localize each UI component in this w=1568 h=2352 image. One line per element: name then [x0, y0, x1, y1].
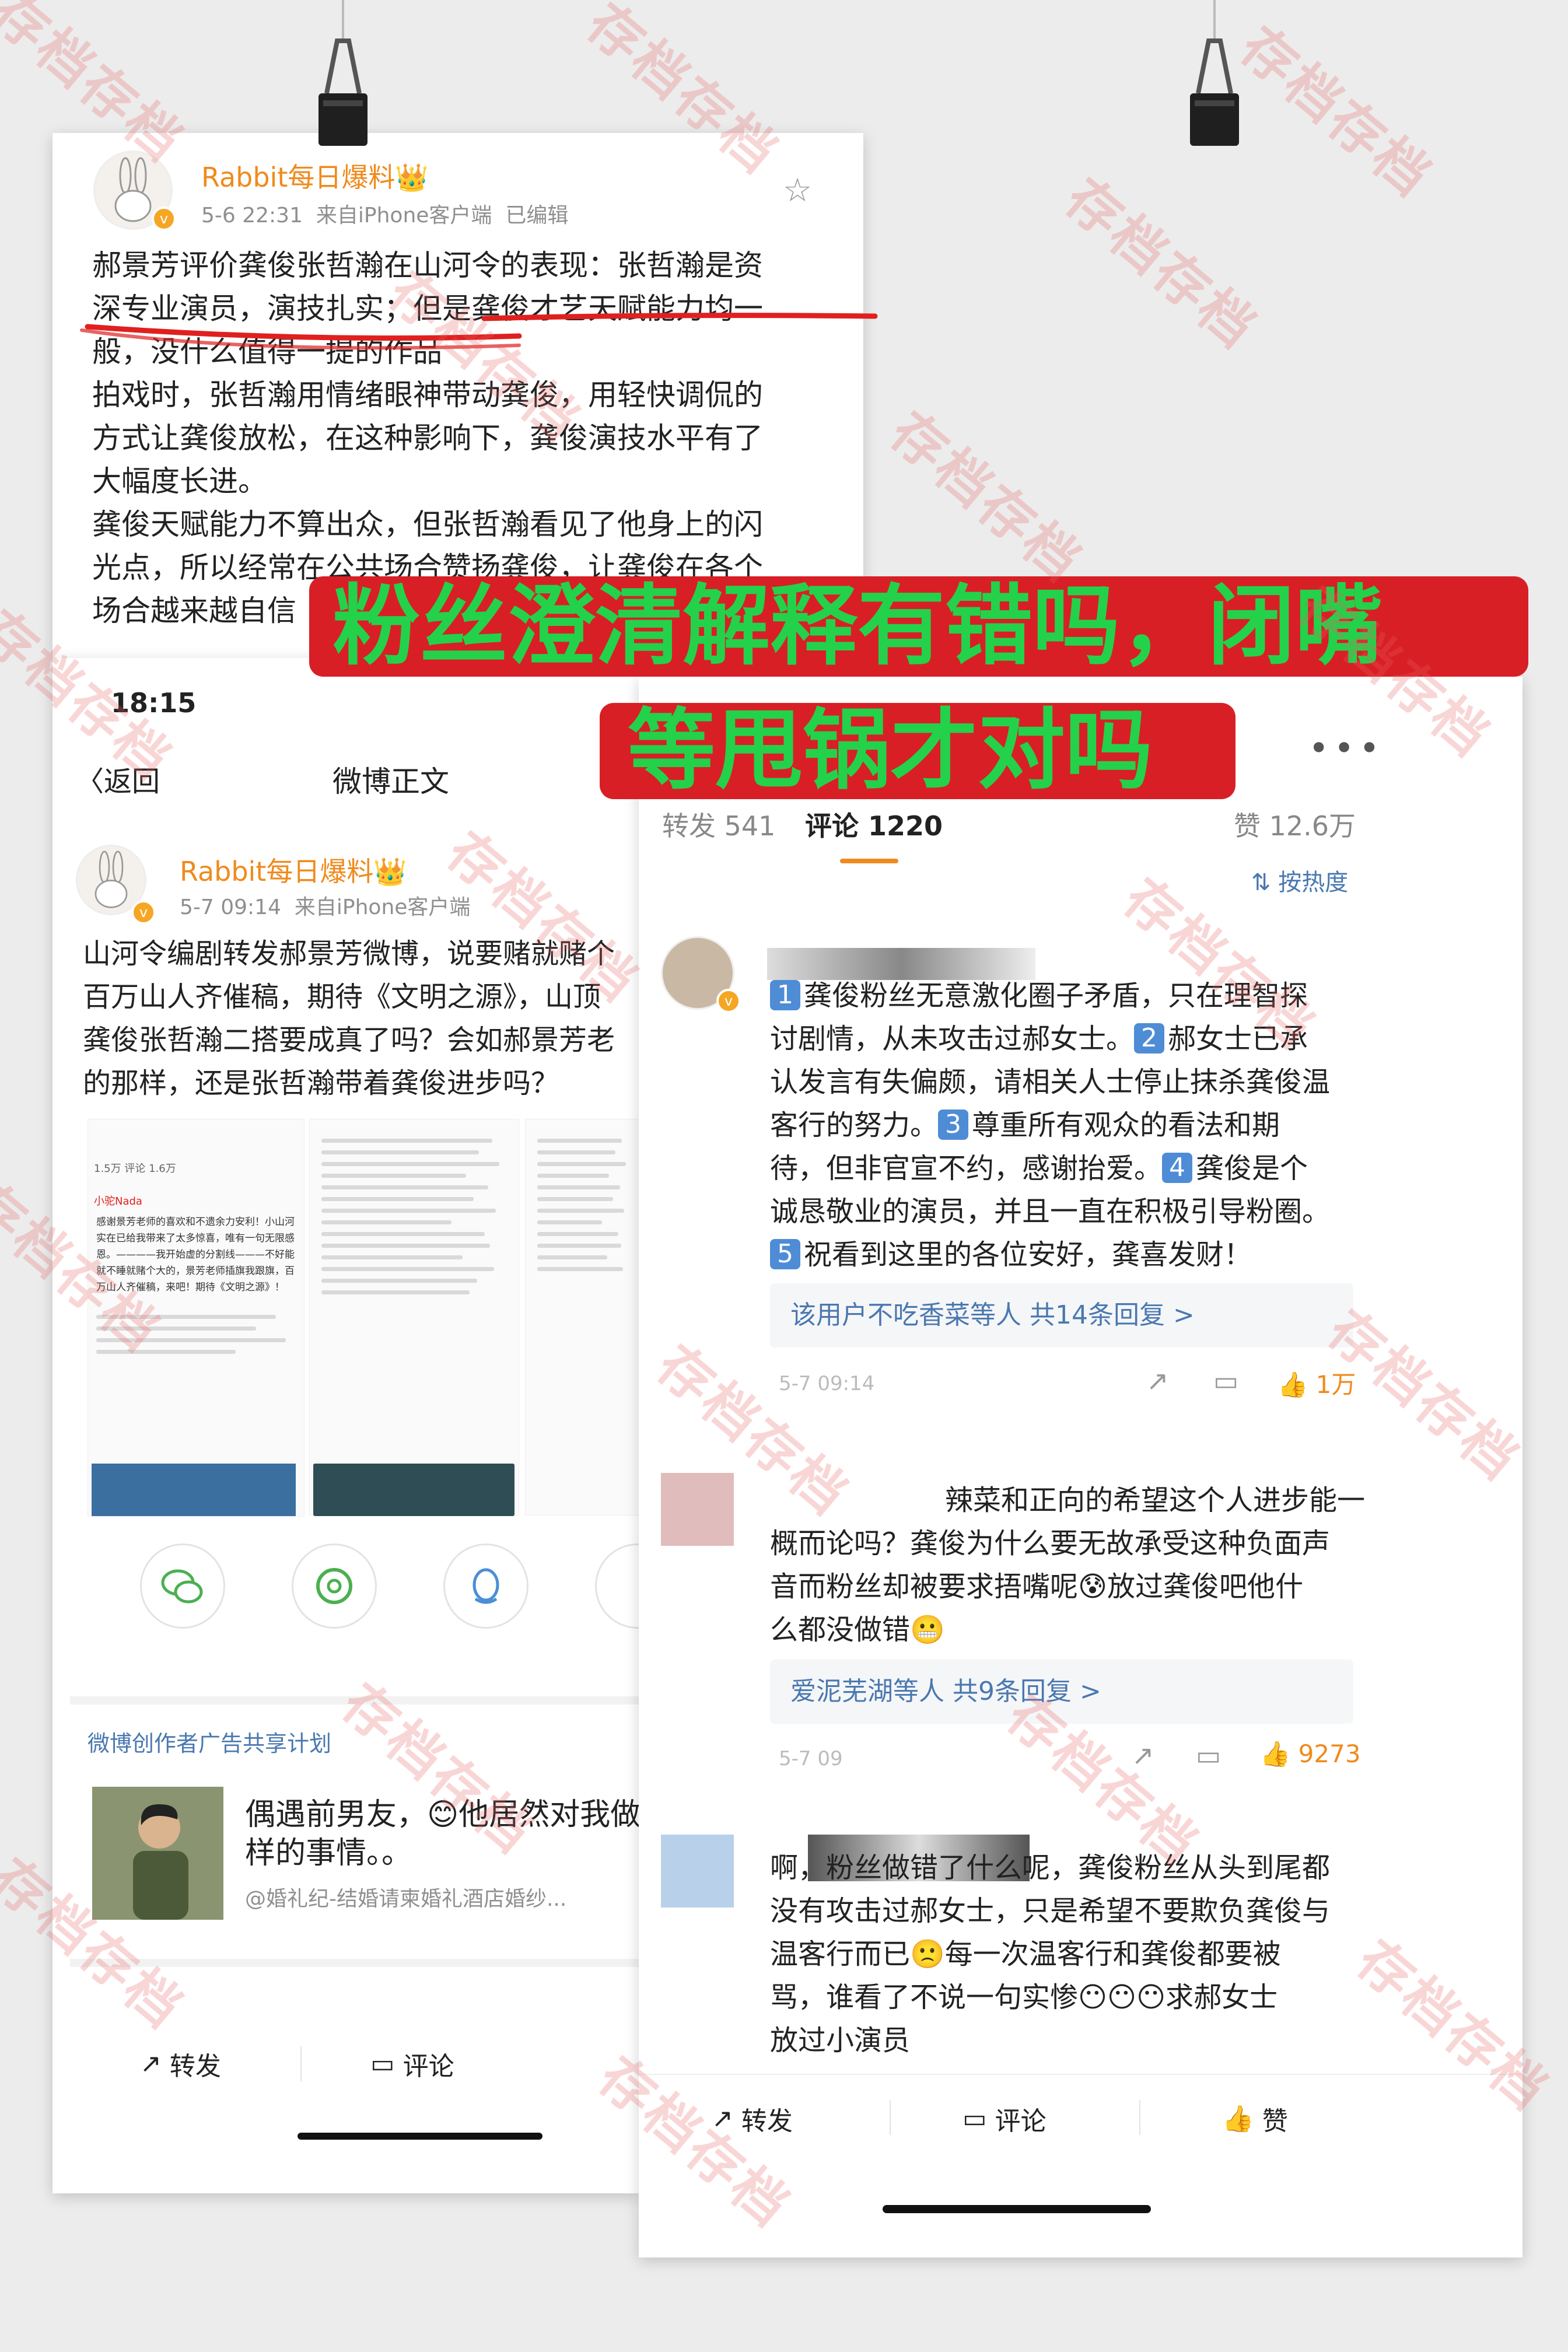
banner-line-2: 等甩锅才对吗 [600, 703, 1236, 799]
ad-title[interactable]: 偶遇前男友，😊他居然对我做 样的事情。。 [245, 1796, 639, 1873]
reply-summary[interactable]: 爱泥芜湖等人 共9条回复 > [770, 1660, 1353, 1724]
username[interactable]: Rabbit每日爆料👑 [180, 850, 407, 889]
status-time: 18:15 [111, 687, 197, 719]
thumbs-up-icon: 👍 [1278, 1370, 1308, 1399]
more-share-icon[interactable] [595, 1544, 639, 1629]
sort-icon: ⇅ [1251, 869, 1271, 896]
comment-text: 1 龚俊粉丝无意激化圈子矛盾，只在理智探 讨剧情，从未攻击过郝女士。 2 郝女士已承 … [770, 979, 1331, 1271]
thumb-text: 感谢景芳老师的喜欢和不遗余力安利！小山河实在已给我带来了太多惊喜，唯有一句无限感… [96, 1216, 295, 1293]
embedded-image-1[interactable]: 1.5万 评论 1.6万 小驼Nada 感谢景芳老师的喜欢和不遗余力安利！小山河… [88, 1119, 304, 1517]
chevron-left-icon: 〈 [76, 765, 104, 798]
embedded-image-2[interactable] [309, 1119, 519, 1516]
tab-likes[interactable]: 赞 12.6万 [1234, 805, 1356, 844]
repost-button[interactable]: ↗ 转发 [140, 2045, 221, 2082]
share-icon: ↗ [140, 2049, 162, 2079]
qq-icon[interactable] [443, 1544, 528, 1629]
right-phone-screenshot: ••• 转发 541 评论 1220 赞 12.6万 ⇅ 按热度 v 1 龚俊粉丝… [639, 677, 1522, 2258]
thumb-user: 小驼Nada [94, 1195, 142, 1208]
tab-comments[interactable]: 评论 1220 [805, 805, 943, 844]
avatar[interactable] [661, 1835, 734, 1908]
reply-summary[interactable]: 该用户不吃香菜等人 共14条回复 > [770, 1283, 1353, 1348]
ad-source[interactable]: @婚礼纪-结婚请柬婚礼酒店婚纱... [245, 1882, 566, 1912]
binder-clip-right [1186, 0, 1242, 146]
comment-text: 啊，粉丝做错了什么呢，龚俊粉丝从头到尾都 没有攻击过郝女士，只是希望不要欺负龚俊… [770, 1852, 1331, 2057]
divider [70, 1696, 639, 1704]
avatar[interactable] [661, 1473, 734, 1546]
verified-badge-icon: v [131, 900, 156, 925]
watermark-text: 存档存档 [1228, 15, 1444, 210]
ad-label: 微博创作者广告共享计划 [88, 1731, 332, 1756]
comment-icon[interactable]: ▭ [1196, 1740, 1221, 1771]
watermark-text: 存档存档 [1054, 166, 1269, 362]
tab-reposts[interactable]: 转发 541 [662, 805, 775, 844]
ad-thumbnail[interactable] [92, 1787, 223, 1920]
share-icon[interactable]: ↗ [1132, 1740, 1154, 1771]
person-photo-icon [92, 1787, 223, 1920]
comment-time: 5-7 09 [779, 1747, 843, 1770]
thumbs-up-icon: 👍 [1260, 1740, 1291, 1768]
sort-button[interactable]: ⇅ 按热度 [1251, 863, 1348, 897]
verified-badge-icon: v [716, 989, 741, 1013]
star-icon[interactable]: ☆ [783, 172, 812, 209]
banner-line-1: 粉丝澄清解释有错吗，闭嘴 [309, 576, 1528, 677]
embedded-image-3[interactable] [525, 1119, 639, 1516]
home-indicator [298, 2133, 542, 2140]
thumb-stats: 1.5万 评论 1.6万 [94, 1163, 176, 1175]
like-button[interactable]: 👍 赞 [1222, 2100, 1288, 2137]
wechat-icon[interactable] [140, 1544, 225, 1629]
red-underline-mark [80, 313, 878, 350]
comment-button[interactable]: ▭ 评论 [963, 2100, 1046, 2137]
post-body: 山河令编剧转发郝景芳微博，说要赌就赌个 百万山人齐催稿，期待《文明之源》，山顶 … [83, 937, 615, 1100]
crown-icon: 👑 [395, 162, 429, 193]
comment-icon: ▭ [963, 2104, 987, 2134]
share-icon[interactable]: ↗ [1146, 1365, 1169, 1396]
comment-button[interactable]: ▭ 评论 [370, 2045, 454, 2082]
post-meta: 5-6 22:31 来自iPhone客户端 已编辑 [201, 204, 569, 228]
divider [70, 1959, 639, 1967]
username[interactable]: Rabbit每日爆料👑 [201, 156, 429, 195]
verified-badge-icon: v [152, 206, 176, 231]
share-icon: ↗ [712, 2104, 733, 2134]
more-icon[interactable]: ••• [1308, 728, 1384, 769]
thumbs-up-icon: 👍 [1222, 2104, 1254, 2134]
comment-icon: ▭ [370, 2049, 395, 2079]
like-button[interactable]: 👍 1万 [1278, 1365, 1356, 1401]
moments-icon[interactable] [292, 1544, 377, 1629]
back-button[interactable]: 〈返回 [76, 758, 160, 799]
home-indicator [883, 2205, 1151, 2213]
crown-icon: 👑 [373, 856, 407, 887]
thumb-photo [92, 1464, 296, 1516]
like-button[interactable]: 👍 9273 [1260, 1740, 1361, 1769]
watermark-text: 存档存档 [878, 400, 1094, 595]
post-meta: 5-7 09:14 来自iPhone客户端 [180, 895, 471, 919]
page-title: 微博正文 [332, 765, 449, 799]
repost-button[interactable]: ↗ 转发 [712, 2100, 793, 2137]
comment-icon[interactable]: ▭ [1213, 1365, 1238, 1396]
tab-indicator [840, 859, 898, 863]
comment-text: 辣菜和正向的希望这个人进步能一 概而论吗？龚俊为什么要无故承受这种负面声 音而粉… [770, 1484, 1366, 1646]
binder-clip-left [315, 0, 371, 146]
comment-time: 5-7 09:14 [779, 1372, 875, 1395]
left-phone-screenshot: 18:15 〈返回 微博正文 v Rabbit每日爆料👑 5-7 09:14 来… [52, 658, 639, 2193]
